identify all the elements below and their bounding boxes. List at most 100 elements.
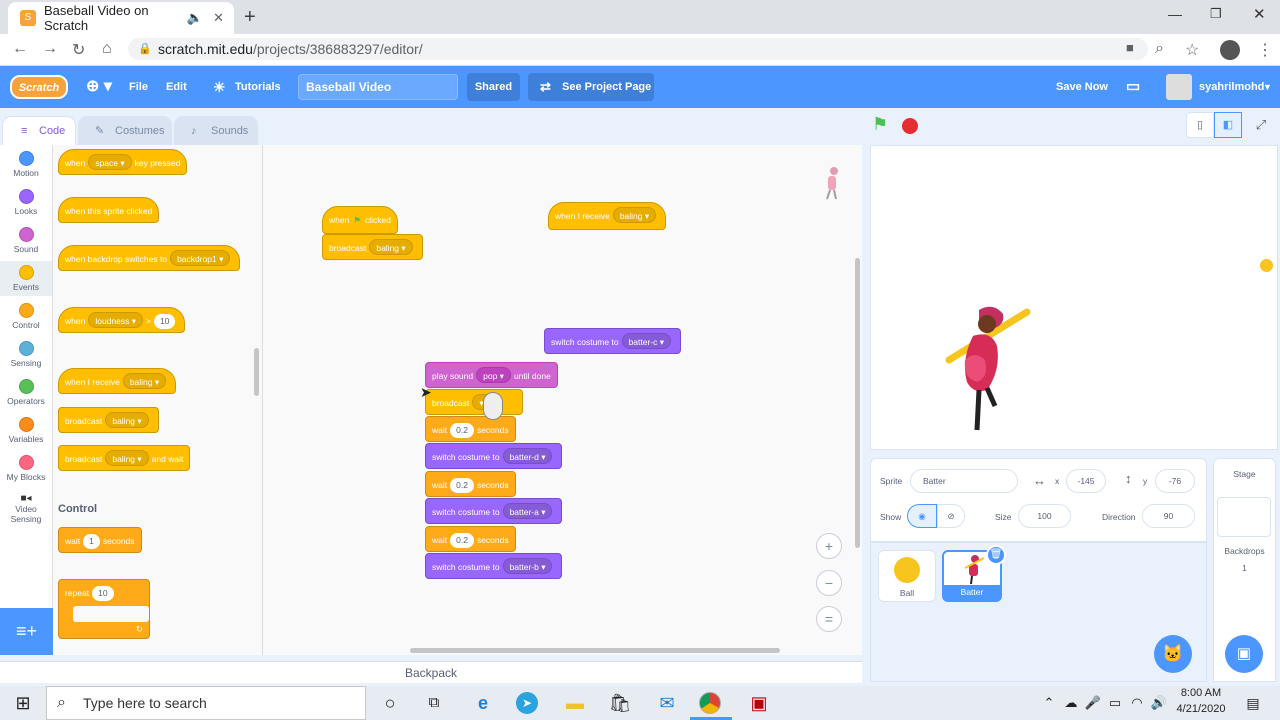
category-looks[interactable]: Looks	[0, 189, 52, 216]
block-switch-costume-d[interactable]: switch costume to batter-d ▾	[425, 443, 563, 469]
workspace-vscrollbar[interactable]	[855, 258, 860, 548]
direction-input[interactable]: 90	[1142, 504, 1195, 528]
number-input[interactable]: 0.2	[450, 478, 474, 493]
username-menu[interactable]: syahrilmohd	[1199, 66, 1264, 108]
minimize-icon[interactable]: —	[1168, 6, 1182, 22]
block-play-sound[interactable]: play sound pop ▾ until done	[425, 362, 558, 388]
category-variables[interactable]: Variables	[0, 417, 52, 444]
zoom-reset-icon[interactable]: =	[816, 606, 842, 632]
my-stuff-folder-icon[interactable]: ▭	[1126, 66, 1140, 108]
edge-icon[interactable]: e	[470, 690, 496, 716]
browser-tab[interactable]: S Baseball Video on Scratch 🔈 ✕	[8, 2, 234, 34]
category-motion[interactable]: Motion	[0, 151, 52, 178]
zoom-in-icon[interactable]: +	[816, 533, 842, 559]
see-project-page-button[interactable]: ⇄ See Project Page	[528, 73, 654, 101]
forward-icon[interactable]: →	[42, 40, 58, 58]
notifications-icon[interactable]: ▤	[1240, 690, 1266, 716]
back-icon[interactable]: ←	[12, 40, 28, 58]
small-stage-icon[interactable]: ▯	[1186, 112, 1214, 138]
edit-menu[interactable]: Edit	[166, 66, 187, 108]
category-sensing[interactable]: Sensing	[0, 341, 52, 368]
language-globe-icon[interactable]: ⊕ ▾	[86, 66, 112, 108]
clock-time[interactable]: 8:00 AM	[1170, 687, 1232, 699]
scratch-logo[interactable]: Scratch	[10, 75, 68, 99]
normal-stage-icon[interactable]: ◧	[1214, 112, 1242, 138]
clock-date[interactable]: 4/21/2020	[1170, 703, 1232, 715]
mail-icon[interactable]: ✉	[654, 690, 680, 716]
category-my-blocks[interactable]: My Blocks	[0, 455, 52, 482]
block-wait-1[interactable]: wait 0.2 seconds	[425, 416, 516, 442]
taskbar-search-input[interactable]: ⌕ Type here to search	[46, 686, 366, 720]
category-sound[interactable]: Sound	[0, 227, 52, 254]
tab-code[interactable]: ≡ Code	[2, 116, 76, 146]
home-icon[interactable]: ⌂	[102, 40, 112, 58]
block-switch-costume-c[interactable]: switch costume to batter-c ▾	[544, 328, 682, 354]
message-dropdown[interactable]: baling ▾	[105, 450, 149, 466]
costume-dropdown[interactable]: batter-b ▾	[502, 558, 553, 574]
zoom-out-icon[interactable]: −	[816, 570, 842, 596]
add-backdrop-button[interactable]: ▣	[1225, 635, 1263, 673]
tab-sounds[interactable]: ♪ Sounds	[174, 116, 258, 146]
costume-dropdown[interactable]: batter-a ▾	[502, 503, 553, 519]
y-input[interactable]: -76	[1155, 469, 1195, 493]
green-flag-icon[interactable]: ⚑	[872, 114, 888, 135]
number-input[interactable]: 1	[83, 534, 100, 549]
file-explorer-icon[interactable]: ▬	[562, 690, 588, 716]
add-sprite-button[interactable]: 🐱	[1154, 635, 1192, 673]
chevron-down-icon[interactable]: ▼	[1263, 66, 1272, 108]
category-operators[interactable]: Operators	[0, 379, 52, 406]
profile-avatar[interactable]	[1220, 40, 1240, 60]
new-tab-icon[interactable]: +	[244, 6, 256, 29]
stop-icon[interactable]	[902, 118, 918, 134]
volume-icon[interactable]: 🔊	[1146, 690, 1172, 716]
tutorials-menu[interactable]: Tutorials	[235, 66, 281, 108]
loudness-dropdown[interactable]: loudness ▾	[88, 312, 143, 328]
mute-icon[interactable]: 🔈	[187, 10, 203, 26]
category-events[interactable]: Events	[0, 261, 52, 296]
show-hidden-icon[interactable]: ⊘	[937, 504, 965, 528]
workspace-hscrollbar[interactable]	[410, 648, 780, 653]
block-when-sprite-clicked[interactable]: when this sprite clicked	[58, 197, 160, 223]
zoom-icon[interactable]: ⌕	[1155, 40, 1164, 58]
block-wait[interactable]: wait 1 seconds	[58, 527, 142, 553]
number-input[interactable]: 0.2	[450, 423, 474, 438]
message-dropdown[interactable]: baling ▾	[122, 373, 167, 389]
block-when-flag-clicked[interactable]: when ⚑ clicked	[322, 206, 398, 234]
sprite-name-input[interactable]: Batter	[910, 469, 1018, 493]
address-bar[interactable]: 🔒 scratch.mit.edu/projects/386883297/edi…	[128, 38, 1148, 60]
block-broadcast[interactable]: broadcast baling ▾	[58, 407, 159, 433]
project-title-input[interactable]: Baseball Video	[298, 74, 458, 100]
task-view-icon[interactable]: ⧉	[421, 690, 447, 716]
block-when-backdrop-switches[interactable]: when backdrop switches to backdrop1 ▾	[58, 245, 241, 271]
number-input[interactable]: 10	[153, 314, 176, 329]
block-switch-costume-a[interactable]: switch costume to batter-a ▾	[425, 498, 563, 524]
category-control[interactable]: Control	[0, 303, 52, 330]
chrome-icon[interactable]	[699, 692, 721, 714]
user-avatar[interactable]	[1166, 74, 1192, 100]
costume-dropdown[interactable]: batter-d ▾	[502, 448, 553, 464]
add-extension-button[interactable]: ≡+	[0, 608, 53, 655]
bookmark-star-icon[interactable]: ☆	[1185, 40, 1199, 60]
stage-canvas[interactable]	[870, 145, 1278, 450]
block-when-i-receive[interactable]: when I receive baling ▾	[58, 368, 177, 394]
message-dropdown[interactable]: baling ▾	[105, 412, 149, 428]
block-wait-3[interactable]: wait 0.2 seconds	[425, 526, 516, 552]
block-switch-costume-b[interactable]: switch costume to batter-b ▾	[425, 553, 563, 579]
show-visible-icon[interactable]: ◉	[907, 504, 937, 528]
menu-icon[interactable]: ⋮	[1257, 40, 1273, 60]
block-when-key-pressed[interactable]: when space ▾ key pressed	[58, 149, 188, 175]
restore-icon[interactable]: ❐	[1210, 6, 1222, 22]
delete-sprite-icon[interactable]: 🗑	[986, 545, 1006, 565]
backdrop-dropdown[interactable]: backdrop1 ▾	[170, 250, 231, 266]
category-video-sensing[interactable]: ■◂ Video Sensing	[0, 493, 52, 524]
block-when-loudness[interactable]: when loudness ▾ >10	[58, 307, 186, 333]
block-broadcast-dragging[interactable]: broadcast ▾	[425, 389, 523, 415]
camera-icon[interactable]: ■	[1126, 40, 1134, 55]
sprite-tile-ball[interactable]: Ball	[878, 550, 936, 602]
key-dropdown[interactable]: space ▾	[88, 154, 132, 170]
message-dropdown[interactable]: baling ▾	[612, 207, 657, 223]
x-input[interactable]: -145	[1066, 469, 1106, 493]
sound-dropdown[interactable]: pop ▾	[476, 367, 511, 383]
windows-start-icon[interactable]: ⊞	[10, 690, 36, 716]
message-dropdown[interactable]: baling ▾	[369, 239, 413, 255]
